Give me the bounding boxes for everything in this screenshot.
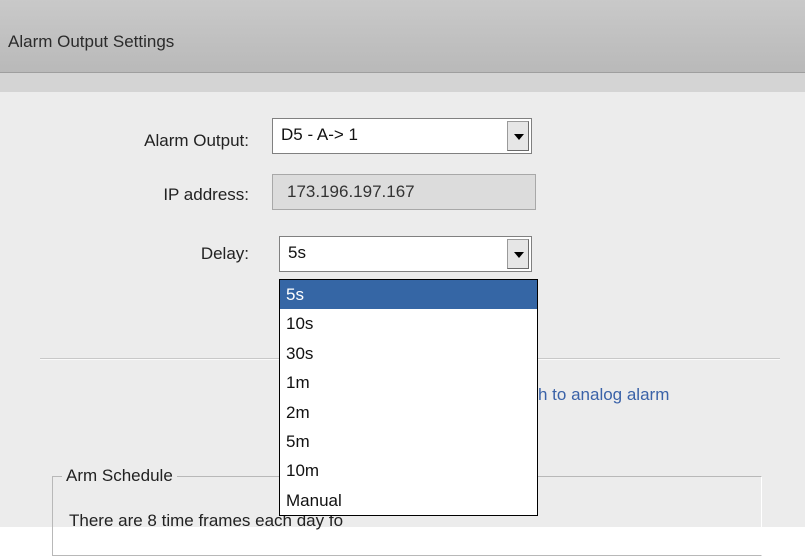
delay-option[interactable]: 30s	[280, 339, 537, 368]
delay-option[interactable]: 1m	[280, 368, 537, 397]
delay-label: Delay:	[200, 244, 249, 263]
delay-option[interactable]: 10m	[280, 456, 537, 485]
ip-address-field: 173.196.197.167	[272, 174, 536, 210]
switch-to-analog-alarm-link[interactable]: itch to analog alarm	[521, 385, 761, 405]
delay-option[interactable]: 2m	[280, 398, 537, 427]
delay-option[interactable]: Manual	[280, 486, 537, 515]
titlebar-strip	[0, 73, 805, 92]
alarm-output-value: D5 - A-> 1	[281, 125, 359, 144]
delay-value: 5s	[288, 243, 306, 262]
chevron-down-icon	[514, 252, 524, 258]
delay-option[interactable]: 5m	[280, 427, 537, 456]
window-titlebar: Alarm Output Settings	[0, 0, 805, 73]
delay-dropdown-button[interactable]	[507, 239, 529, 269]
ip-address-label: IP address:	[163, 185, 249, 204]
chevron-down-icon	[514, 134, 524, 140]
alarm-output-select[interactable]: D5 - A-> 1	[272, 118, 532, 154]
window-title: Alarm Output Settings	[8, 32, 175, 51]
delay-select[interactable]: 5s	[279, 236, 532, 272]
arm-schedule-title: Arm Schedule	[62, 466, 177, 486]
delay-option[interactable]: 10s	[280, 309, 537, 338]
alarm-output-dropdown-button[interactable]	[507, 121, 529, 151]
ip-address-value: 173.196.197.167	[287, 182, 415, 201]
delay-dropdown-list[interactable]: 5s 10s 30s 1m 2m 5m 10m Manual	[279, 279, 538, 516]
delay-option[interactable]: 5s	[280, 280, 537, 309]
alarm-output-label: Alarm Output:	[144, 131, 249, 150]
